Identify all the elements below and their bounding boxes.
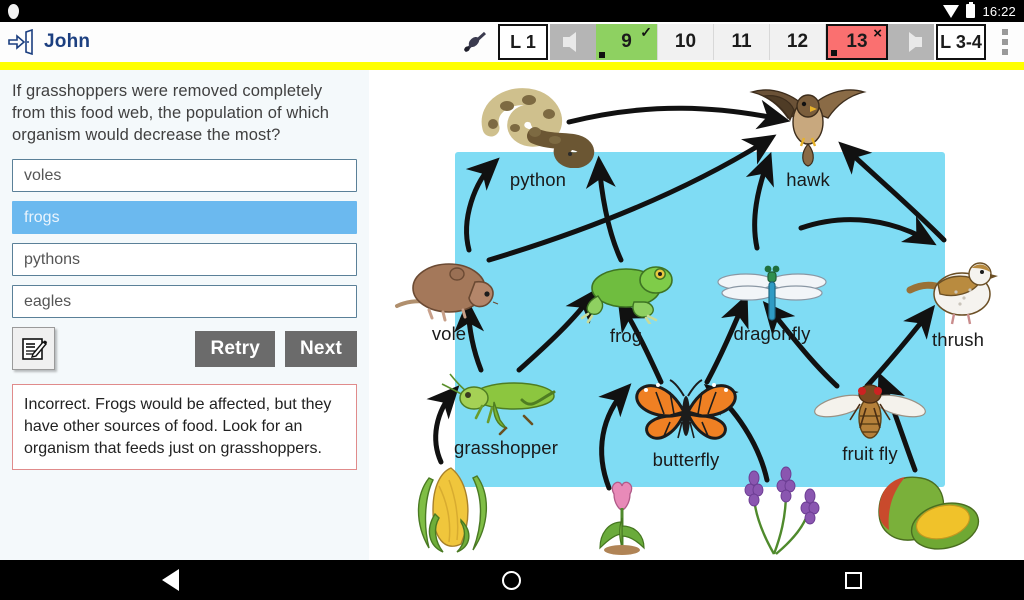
nav-question-13[interactable]: 13 × — [826, 24, 888, 60]
answer-option-frogs[interactable]: frogs — [12, 201, 357, 235]
node-label: python — [509, 169, 567, 190]
node-thrush: thrush — [903, 256, 1013, 351]
notepad-edit-icon[interactable] — [12, 327, 55, 371]
nav-lesson-l-3-4[interactable]: L 3-4 — [936, 24, 986, 60]
nav-prev-arrow-icon[interactable] — [550, 24, 596, 60]
answer-options-list: voles frogs pythons eagles — [12, 159, 357, 319]
status-bar-right: 16:22 — [943, 2, 1016, 19]
yellow-divider — [0, 62, 1024, 70]
node-python: python — [473, 84, 603, 191]
answer-option-eagles[interactable]: eagles — [12, 285, 357, 319]
fruitfly-illustration — [814, 384, 926, 439]
recents-square-icon[interactable] — [845, 571, 863, 589]
node-label: vole — [431, 323, 467, 344]
tulip-illustration — [599, 481, 645, 555]
node-butterfly: butterfly — [621, 376, 751, 471]
answer-option-voles[interactable]: voles — [12, 159, 357, 193]
notification-dot-icon — [8, 3, 19, 19]
node-dragonfly: dragonfly — [709, 260, 835, 345]
node-label: grasshopper — [454, 437, 558, 458]
question-panel: If grasshoppers were removed completely … — [0, 70, 369, 560]
stylus-icon[interactable] — [460, 28, 490, 56]
kebab-menu-icon[interactable] — [992, 29, 1018, 55]
home-circle-icon[interactable] — [502, 570, 522, 590]
answered-marker — [831, 50, 837, 56]
nav-next-arrow-icon[interactable] — [888, 24, 934, 60]
node-grasshopper: grasshopper — [421, 370, 591, 459]
node-mango: mango — [861, 468, 993, 560]
node-tulip: tulip — [567, 478, 677, 560]
butterfly-illustration — [635, 379, 737, 440]
android-status-bar: 16:22 — [0, 0, 1024, 22]
food-web-diagram: python hawk vole frog dragonfly thrush g… — [369, 70, 1024, 560]
node-corn: corn — [395, 462, 507, 560]
nav-lesson-l-1[interactable]: L 1 — [498, 24, 548, 60]
nav-question-10[interactable]: 10 — [658, 24, 714, 60]
node-label: hawk — [786, 169, 830, 190]
nav-question-11[interactable]: 11 — [714, 24, 770, 60]
hawk-illustration — [749, 89, 867, 167]
question-controls-row: Retry Next — [12, 327, 357, 371]
wifi-icon — [943, 4, 960, 18]
frog-illustration — [580, 266, 673, 324]
grasshopper-illustration — [441, 373, 556, 436]
node-label: frog — [609, 325, 643, 346]
node-vole: vole — [389, 252, 509, 345]
corn-illustration — [417, 467, 487, 553]
node-frog: frog — [567, 258, 685, 347]
node-label: dragonfly — [733, 323, 811, 344]
node-label: thrush — [931, 329, 985, 350]
app-header-bar: John L 1 9 ✓ 10 11 12 13 × L 3-4 — [0, 22, 1024, 62]
retry-button[interactable]: Retry — [195, 330, 276, 367]
nav-question-12[interactable]: 12 — [770, 24, 826, 60]
android-nav-bar — [0, 560, 1024, 600]
back-triangle-icon[interactable] — [161, 569, 179, 591]
node-hawk: hawk — [743, 80, 873, 191]
status-bar-left — [8, 3, 19, 19]
status-bar-clock: 16:22 — [982, 3, 1016, 19]
mango-illustration — [878, 476, 980, 550]
user-name-label: John — [44, 31, 91, 52]
node-label: mango — [861, 553, 993, 560]
python-illustration — [481, 88, 595, 168]
correct-check-icon: ✓ — [640, 24, 652, 40]
feedback-message: Incorrect. Frogs would be affected, but … — [12, 384, 357, 470]
node-fruitfly: fruit fly — [809, 380, 931, 465]
lesson-question-nav[interactable]: L 1 9 ✓ 10 11 12 13 × L 3-4 — [496, 24, 988, 60]
vole-illustration — [395, 263, 499, 322]
app-screen: 16:22 John L 1 9 ✓ 10 11 12 13 × L 3-4 If grassh… — [0, 0, 1024, 600]
nav-question-9[interactable]: 9 ✓ — [596, 24, 658, 60]
next-button[interactable]: Next — [285, 330, 357, 367]
exit-door-icon[interactable] — [7, 29, 35, 55]
question-prompt: If grasshoppers were removed completely … — [12, 82, 330, 145]
node-lavender: lavender — [717, 462, 835, 560]
lavender-illustration — [744, 466, 820, 555]
dragonfly-illustration — [717, 265, 827, 321]
answer-option-pythons[interactable]: pythons — [12, 243, 357, 277]
thrush-illustration — [906, 262, 998, 325]
answered-marker — [599, 52, 605, 58]
wrong-cross-icon: × — [873, 25, 882, 42]
battery-icon — [966, 2, 976, 18]
